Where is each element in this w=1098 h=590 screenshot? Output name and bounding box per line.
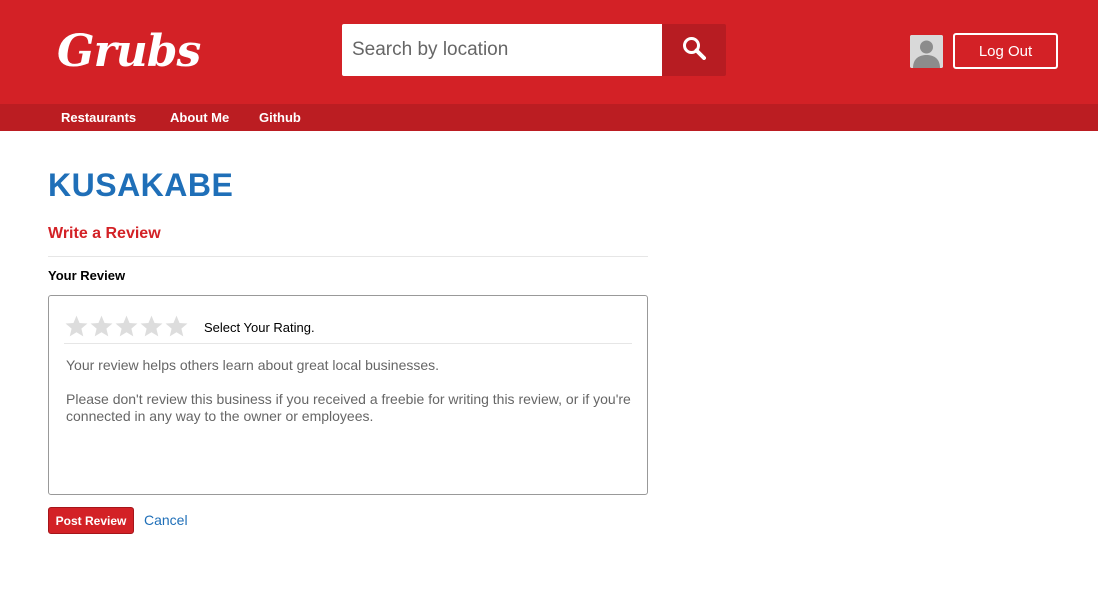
avatar[interactable] <box>910 35 943 68</box>
section-divider <box>48 256 648 257</box>
review-textarea[interactable]: Select Your Rating. Your review helps ot… <box>48 295 648 495</box>
rating-label: Select Your Rating. <box>204 320 315 335</box>
nav-item-github[interactable]: Github <box>259 104 301 131</box>
search-button[interactable] <box>662 24 726 76</box>
grubs-logo[interactable]: Grubs <box>57 24 201 80</box>
search-input[interactable] <box>342 24 662 76</box>
your-review-label: Your Review <box>48 268 126 283</box>
write-review-title: Write a Review <box>48 225 161 242</box>
star-3-icon[interactable] <box>114 314 139 339</box>
user-icon <box>910 35 943 68</box>
review-help-text: Your review helps others learn about gre… <box>66 357 440 373</box>
business-name: KUSAKABE <box>48 167 234 203</box>
nav-item-about-me[interactable]: About Me <box>170 104 229 131</box>
top-header: Grubs Log Out <box>0 0 1098 104</box>
star-4-icon[interactable] <box>139 314 164 339</box>
post-review-button[interactable]: Post Review <box>48 507 134 534</box>
nav-item-restaurants[interactable]: Restaurants <box>61 104 136 131</box>
star-2-icon[interactable] <box>89 314 114 339</box>
star-5-icon[interactable] <box>164 314 189 339</box>
search-icon <box>682 36 706 65</box>
review-guideline-text: Please don't review this business if you… <box>66 391 631 424</box>
cancel-link[interactable]: Cancel <box>144 512 188 529</box>
logout-button[interactable]: Log Out <box>953 33 1058 69</box>
star-rating[interactable] <box>64 314 189 339</box>
rating-divider <box>64 343 632 344</box>
star-1-icon[interactable] <box>64 314 89 339</box>
sub-navigation: Restaurants About Me Github <box>0 104 1098 131</box>
